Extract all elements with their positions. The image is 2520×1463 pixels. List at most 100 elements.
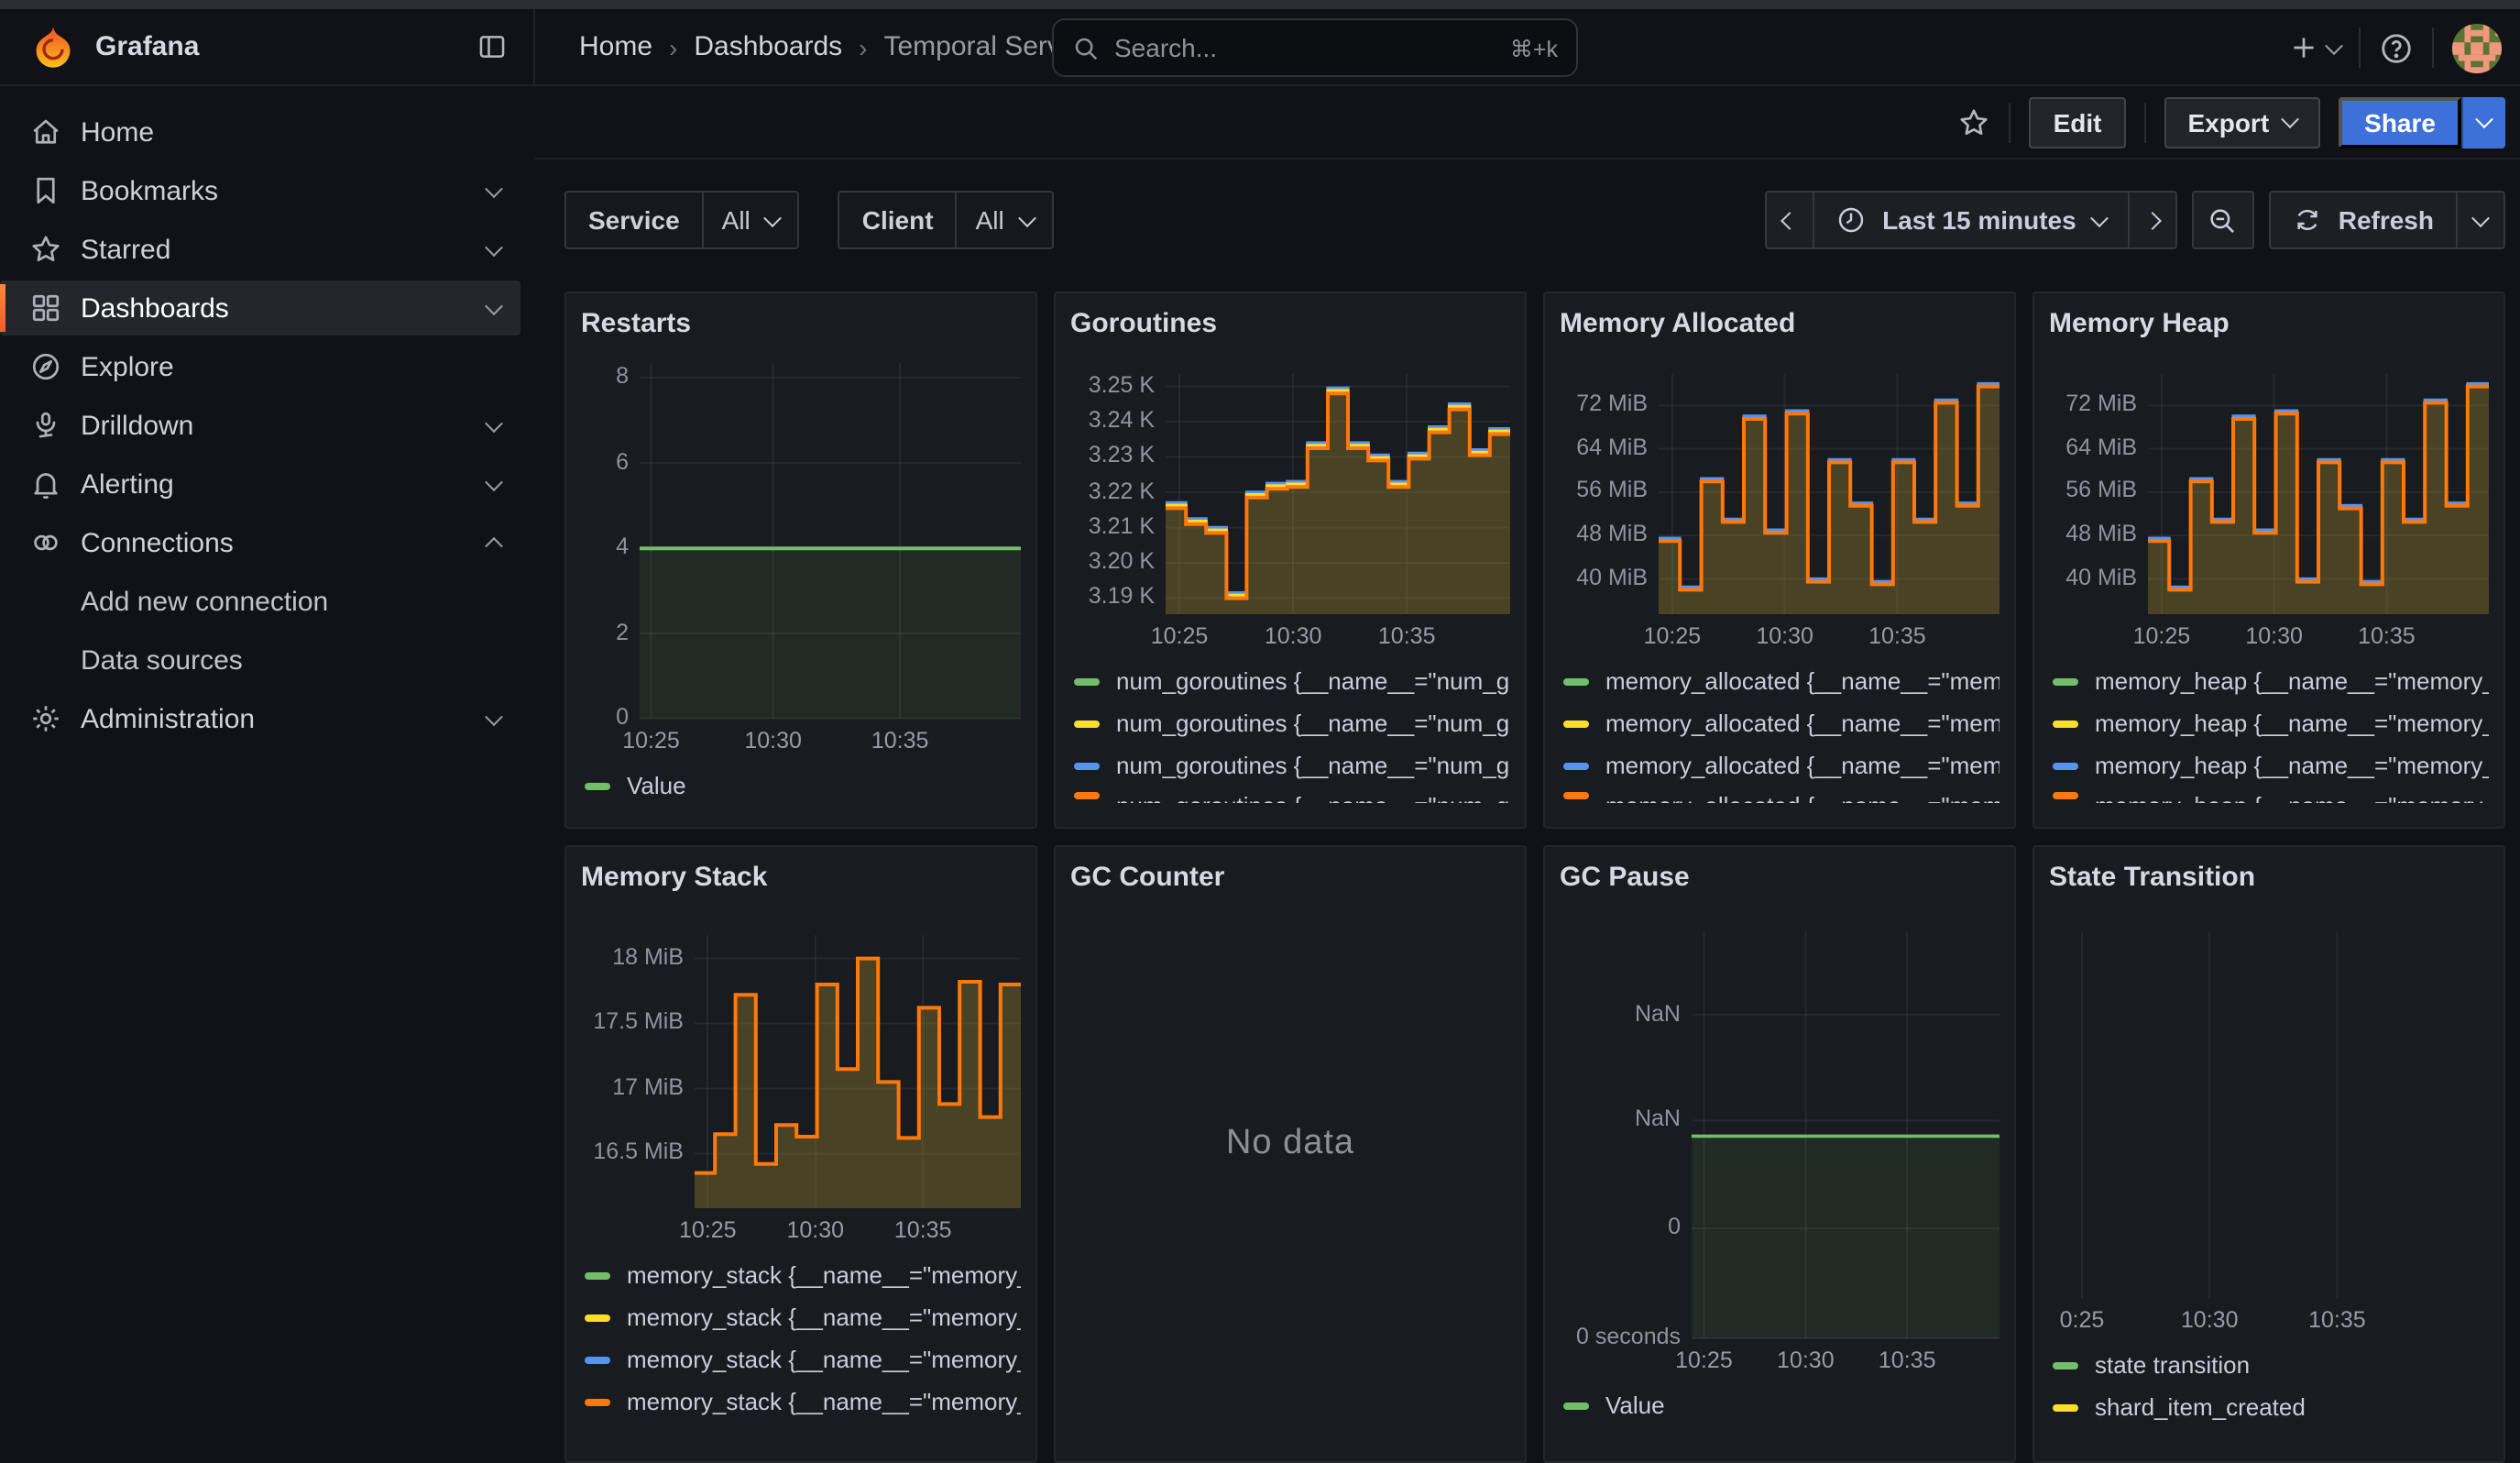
panel-memory-allocated: Memory Allocated72 MiB64 MiB56 MiB48 MiB… [1543, 292, 2016, 829]
no-data-text: No data [1056, 1124, 1525, 1164]
panel-title[interactable]: State Transition [2049, 862, 2489, 898]
user-avatar[interactable] [2452, 23, 2502, 72]
chart-plot[interactable] [1692, 931, 2000, 1338]
legend-label: memory_heap {__name__="memory_h [2095, 667, 2489, 695]
chevron-down-icon[interactable] [484, 707, 502, 725]
sidebar-item-explore[interactable]: Explore [0, 339, 520, 394]
zoom-out-button[interactable] [2192, 191, 2254, 249]
sidebar-item-drilldown[interactable]: Drilldown [0, 398, 520, 453]
time-range-picker[interactable]: Last 15 minutes [1814, 192, 2130, 248]
help-button[interactable] [2379, 30, 2414, 65]
legend-item[interactable]: memory_stack {__name__="memory_s [585, 1296, 1021, 1338]
sidebar-item-add-new-connection[interactable]: Add new connection [0, 574, 520, 629]
legend-item[interactable]: memory_heap {__name__="memory_h [2053, 786, 2489, 803]
star-dashboard-button[interactable] [1958, 105, 1991, 138]
chart-plot[interactable] [2148, 374, 2489, 614]
legend-label: memory_allocated {__name__="memo [1605, 792, 2000, 803]
active-indicator [0, 284, 5, 332]
sidebar-item-administration[interactable]: Administration [0, 691, 520, 746]
legend-item[interactable]: memory_stack {__name__="memory_s [585, 1380, 1021, 1423]
breadcrumb-separator: › [669, 32, 677, 61]
sidebar-item-alerting[interactable]: Alerting [0, 456, 520, 512]
chevron-slot [466, 536, 520, 549]
chevron-down-icon [764, 208, 783, 226]
chart-plot[interactable] [2049, 931, 2489, 1298]
export-button[interactable]: Export [2164, 96, 2320, 148]
add-new-button[interactable] [2289, 33, 2340, 62]
breadcrumb-item[interactable]: Home [579, 31, 652, 62]
legend-item[interactable]: Value [1563, 1384, 2000, 1426]
legend-item[interactable]: state transition [2053, 1344, 2489, 1386]
panel-title[interactable]: Memory Stack [581, 862, 1021, 898]
edit-button[interactable]: Edit [2030, 96, 2126, 148]
legend-item[interactable]: memory_heap {__name__="memory_h [2053, 702, 2489, 744]
sidebar-item-dashboards[interactable]: Dashboards [0, 280, 520, 336]
legend-item[interactable]: memory_heap {__name__="memory_h [2053, 744, 2489, 786]
panel-title[interactable]: GC Counter [1070, 862, 1510, 898]
legend-item[interactable]: memory_stack {__name__="memory_s [585, 1254, 1021, 1296]
legend-item[interactable]: shard_item_created [2053, 1386, 2489, 1428]
search-box[interactable]: ⌘+k [1052, 18, 1578, 77]
refresh-button[interactable]: Refresh [2271, 192, 2458, 248]
y-tick-label: 17.5 MiB [593, 1008, 684, 1034]
legend-item[interactable]: memory_stack {__name__="memory_s [585, 1338, 1021, 1380]
zoom-out-icon [2208, 204, 2239, 236]
legend-item[interactable]: memory_heap {__name__="memory_h [2053, 660, 2489, 702]
chevron-down-icon [1018, 208, 1036, 226]
chevron-down-icon[interactable] [484, 296, 502, 314]
sidebar-item-label: Home [81, 116, 466, 148]
legend-item[interactable]: memory_allocated {__name__="memo [1563, 660, 2000, 702]
legend-swatch [1563, 720, 1589, 727]
x-tick-label: 10:25 [1675, 1348, 1733, 1373]
share-button[interactable]: Share [2339, 96, 2461, 148]
chevron-down-icon [2281, 110, 2299, 128]
filter-value: All [976, 205, 1004, 235]
y-tick-label: 0 [616, 704, 629, 730]
chevron-down-icon [2090, 208, 2109, 226]
refresh-group: Refresh [2269, 191, 2505, 249]
chart-plot[interactable] [640, 363, 1021, 719]
chevron-down-icon[interactable] [484, 237, 502, 256]
chevron-down-icon[interactable] [484, 179, 502, 197]
breadcrumb-item[interactable]: Dashboards [694, 31, 842, 62]
sidebar-item-data-sources[interactable]: Data sources [0, 632, 520, 688]
chart-plot[interactable] [1166, 374, 1510, 614]
legend-item[interactable]: Value [585, 764, 1021, 807]
panel-title[interactable]: GC Pause [1560, 862, 2000, 898]
chart-plot[interactable] [1659, 374, 2000, 614]
time-shift-forward-button[interactable] [2130, 192, 2175, 248]
chevron-down-icon[interactable] [484, 472, 502, 490]
panel-title[interactable]: Memory Allocated [1560, 308, 2000, 345]
filter-value-dropdown[interactable]: All [704, 192, 798, 248]
sidebar-item-starred[interactable]: Starred [0, 222, 520, 277]
legend-item[interactable]: num_goroutines {__name__="num_go [1074, 660, 1510, 702]
legend-item[interactable]: num_goroutines {__name__="num_go [1074, 744, 1510, 786]
time-shift-back-button[interactable] [1767, 192, 1814, 248]
chart-plot[interactable] [695, 935, 1021, 1208]
legend-swatch [585, 1398, 610, 1405]
chevron-up-icon[interactable] [484, 536, 502, 555]
help-icon [2379, 30, 2414, 65]
sidebar-item-home[interactable]: Home [0, 104, 520, 160]
legend-item[interactable]: memory_allocated {__name__="memo [1563, 702, 2000, 744]
legend-item[interactable]: memory_allocated {__name__="memo [1563, 744, 2000, 786]
panel-title[interactable]: Restarts [581, 308, 1021, 345]
legend-item[interactable]: memory_allocated {__name__="memo [1563, 786, 2000, 803]
sidebar-item-bookmarks[interactable]: Bookmarks [0, 163, 520, 218]
panel-title[interactable]: Memory Heap [2049, 308, 2489, 345]
legend-item[interactable]: num_goroutines {__name__="num_go [1074, 702, 1510, 744]
share-options-button[interactable] [2461, 96, 2505, 148]
search-input[interactable] [1114, 33, 1510, 62]
bell-icon [29, 468, 62, 500]
legend: state transitionshard_item_created [2049, 1344, 2489, 1428]
y-tick-label: 56 MiB [2065, 478, 2137, 503]
sidebar-item-connections[interactable]: Connections [0, 515, 520, 570]
chart-row [2049, 931, 2489, 1298]
refresh-interval-button[interactable] [2458, 192, 2504, 248]
legend-item[interactable]: num_goroutines {__name__="num_go [1074, 786, 1510, 803]
chevron-down-icon[interactable] [484, 413, 502, 432]
legend-swatch [585, 782, 610, 789]
panel-title[interactable]: Goroutines [1070, 308, 1510, 345]
dock-sidebar-icon[interactable] [477, 31, 508, 62]
filter-value-dropdown[interactable]: All [958, 192, 1052, 248]
